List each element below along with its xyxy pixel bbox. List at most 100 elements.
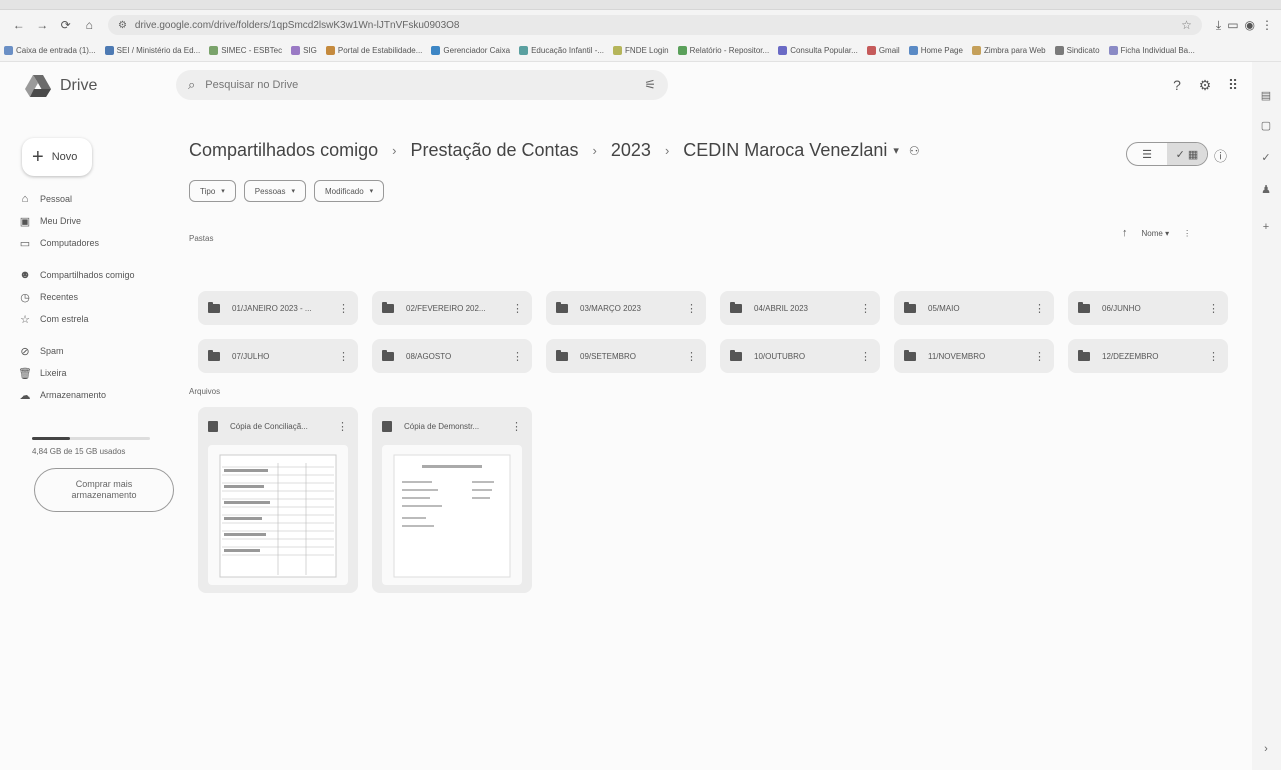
sidepanel-icon[interactable]: ▭ — [1227, 18, 1238, 32]
bookmark-item[interactable]: Sindicato — [1054, 46, 1100, 55]
bookmark-item[interactable]: Zimbra para Web — [971, 46, 1046, 55]
chevron-right-icon: › — [592, 143, 597, 158]
folder-item[interactable]: 11/NOVEMBRO ⋮ — [894, 339, 1054, 373]
bookmark-item[interactable]: FNDE Login — [613, 46, 669, 55]
sidebar-item-compartilhados[interactable]: ☻ Compartilhados comigo — [18, 264, 168, 286]
list-view-icon[interactable]: ☰ — [1127, 143, 1167, 165]
folder-item[interactable]: 01/JANEIRO 2023 - ... ⋮ — [198, 291, 358, 325]
bookmark-item[interactable]: Home Page — [908, 46, 963, 55]
bookmark-favicon-icon — [209, 46, 219, 55]
settings-icon[interactable]: ⚙ — [1196, 76, 1214, 94]
chevron-down-icon[interactable]: ▾ — [893, 144, 899, 157]
contacts-icon[interactable]: ♟ — [1259, 182, 1273, 196]
bookmark-favicon-icon — [1108, 46, 1118, 55]
download-icon[interactable]: ⤓ — [1216, 18, 1221, 33]
sidebar-item-meu-drive[interactable]: ▣ Meu Drive — [18, 210, 168, 232]
search-options-icon[interactable]: ⚟ — [644, 77, 656, 93]
more-vert-icon[interactable]: ⋮ — [1034, 350, 1045, 363]
bookmark-item[interactable]: Ficha Individual Ba... — [1108, 46, 1195, 55]
folder-name: 12/DEZEMBRO — [1102, 351, 1159, 361]
bookmark-item[interactable]: Portal de Estabilidade... — [325, 46, 422, 55]
breadcrumb-current-folder[interactable]: CEDIN Maroca Venezlani — [683, 140, 887, 161]
new-button[interactable]: + Novo — [22, 138, 92, 176]
info-icon[interactable]: ⓘ — [1214, 146, 1227, 165]
bookmark-item[interactable]: Educação Infantil -... — [519, 46, 604, 55]
search-box[interactable]: ⌕ ⚟ — [176, 70, 668, 100]
chevron-right-icon[interactable]: › — [1259, 742, 1273, 756]
folder-item[interactable]: 05/MAIO ⋮ — [894, 291, 1054, 325]
bookmark-star-icon[interactable]: ☆ — [1181, 18, 1192, 32]
browser-menu-icon[interactable]: ⋮ — [1261, 18, 1273, 32]
more-vert-icon[interactable]: ⋮ — [511, 420, 522, 433]
calendar-icon[interactable]: ▤ — [1259, 88, 1273, 102]
sidebar-item-pessoal[interactable]: ⌂ Pessoal — [18, 188, 168, 210]
view-toggle: ☰ ✓ ▦ — [1126, 142, 1208, 166]
folder-item[interactable]: 07/JULHO ⋮ — [198, 339, 358, 373]
bookmark-item[interactable]: SEI / Ministério da Ed... — [104, 46, 200, 55]
bookmark-item[interactable]: SIG — [291, 46, 317, 55]
more-vert-icon[interactable]: ⋮ — [1034, 302, 1045, 315]
search-icon[interactable]: ⌕ — [188, 77, 195, 93]
more-vert-icon[interactable]: ⋮ — [512, 302, 523, 315]
home-icon[interactable]: ⌂ — [78, 14, 99, 36]
help-icon[interactable]: ? — [1168, 76, 1186, 94]
file-card[interactable]: Cópia de Demonstr... ⋮ — [372, 407, 532, 593]
bookmark-item[interactable]: Gerenciador Caixa — [431, 46, 510, 55]
folder-item[interactable]: 12/DEZEMBRO ⋮ — [1068, 339, 1228, 373]
bookmark-item[interactable]: SIMEC - ESBTec — [209, 46, 282, 55]
more-vert-icon[interactable]: ⋮ — [860, 302, 871, 315]
folder-item[interactable]: 02/FEVEREIRO 202... ⋮ — [372, 291, 532, 325]
folder-item[interactable]: 08/AGOSTO ⋮ — [372, 339, 532, 373]
folder-item[interactable]: 03/MARÇO 2023 ⋮ — [546, 291, 706, 325]
more-vert-icon[interactable]: ⋮ — [1208, 350, 1219, 363]
sidebar-item-recentes[interactable]: ◷ Recentes — [18, 286, 168, 308]
buy-storage-button[interactable]: Comprar mais armazenamento — [34, 468, 174, 512]
more-vert-icon[interactable]: ⋮ — [1208, 302, 1219, 315]
folder-item[interactable]: 04/ABRIL 2023 ⋮ — [720, 291, 880, 325]
more-vert-icon[interactable]: ⋮ — [338, 350, 349, 363]
sort-by-button[interactable]: Nome ▾ — [1142, 229, 1170, 238]
more-vert-icon[interactable]: ⋮ — [338, 302, 349, 315]
folder-item[interactable]: 06/JUNHO ⋮ — [1068, 291, 1228, 325]
filter-modified[interactable]: Modificado ▾ — [313, 180, 385, 202]
address-bar[interactable]: ⚙ drive.google.com/drive/folders/1qpSmcd… — [107, 15, 1202, 35]
file-card[interactable]: Cópia de Conciliaçã... ⋮ — [198, 407, 358, 593]
keep-icon[interactable]: ▢ — [1259, 118, 1273, 132]
breadcrumb-item-year[interactable]: 2023 — [611, 140, 651, 161]
more-vert-icon[interactable]: ⋮ — [686, 350, 697, 363]
sidebar-item-computadores[interactable]: ▭ Computadores — [18, 232, 168, 254]
back-icon[interactable]: ← — [8, 14, 29, 36]
more-vert-icon[interactable]: ⋮ — [860, 350, 871, 363]
filter-people[interactable]: Pessoas ▾ — [243, 180, 306, 202]
filter-type[interactable]: Tipo ▾ — [189, 180, 236, 202]
sidebar-item-com-estrela[interactable]: ☆ Com estrela — [18, 308, 168, 330]
search-input[interactable] — [205, 79, 645, 91]
bookmark-item[interactable]: Gmail — [866, 46, 900, 55]
profile-icon[interactable]: ◉ — [1245, 18, 1255, 32]
forward-icon[interactable]: → — [31, 14, 52, 36]
bookmark-item[interactable]: Caixa de entrada (1)... — [4, 46, 96, 55]
more-vert-icon[interactable]: ⋮ — [686, 302, 697, 315]
folder-item[interactable]: 10/OUTUBRO ⋮ — [720, 339, 880, 373]
reload-icon[interactable]: ⟳ — [55, 14, 76, 36]
sidebar-item-armazenamento[interactable]: ☁ Armazenamento — [18, 384, 168, 406]
sidebar-item-spam[interactable]: ⊘ Spam — [18, 340, 168, 362]
drive-logo[interactable]: Drive — [24, 74, 97, 98]
more-vert-icon[interactable]: ⋮ — [512, 350, 523, 363]
tasks-icon[interactable]: ✓ — [1259, 150, 1273, 164]
sidebar-item-lixeira[interactable]: 🗑 Lixeira — [18, 362, 168, 384]
add-addon-icon[interactable]: + — [1259, 220, 1273, 234]
grid-view-icon[interactable]: ✓ ▦ — [1167, 143, 1207, 165]
breadcrumb-item-prestacao[interactable]: Prestação de Contas — [410, 140, 578, 161]
shared-people-icon[interactable]: ⚇ — [909, 144, 920, 158]
more-vert-icon[interactable]: ⋮ — [337, 420, 348, 433]
bookmark-item[interactable]: Consulta Popular... — [778, 46, 858, 55]
bookmark-item[interactable]: Relatório - Repositor... — [677, 46, 769, 55]
folder-item[interactable]: 09/SETEMBRO ⋮ — [546, 339, 706, 373]
more-vert-icon[interactable]: ⋮ — [1183, 229, 1191, 238]
apps-grid-icon[interactable]: ⠿ — [1224, 76, 1242, 94]
breadcrumb-item-shared[interactable]: Compartilhados comigo — [189, 140, 378, 161]
folder-name: 01/JANEIRO 2023 - ... — [232, 303, 312, 313]
sort-direction-icon[interactable]: ↑ — [1122, 227, 1128, 239]
site-info-icon[interactable]: ⚙ — [118, 20, 127, 31]
